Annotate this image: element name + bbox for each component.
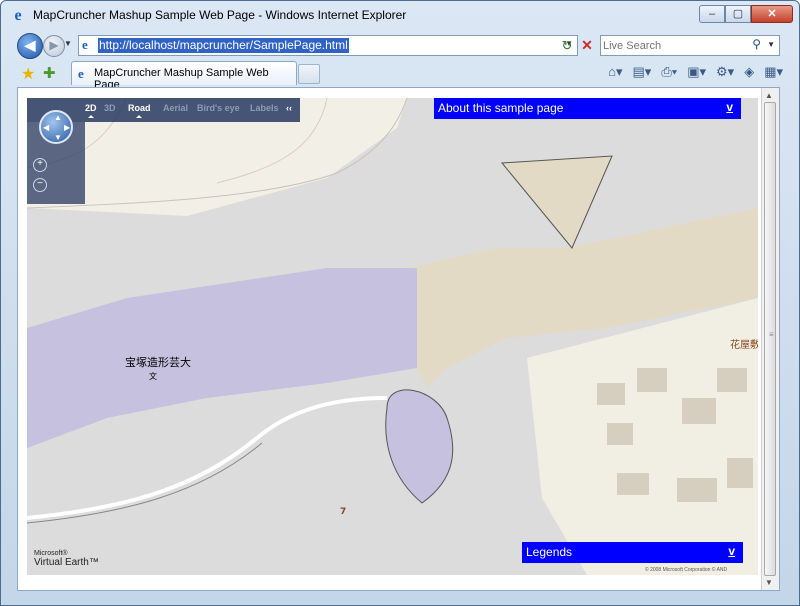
logo-microsoft: Microsoft® [34, 550, 68, 557]
navigation-bar: ◀ ▶ ▼ e http://localhost/mapcruncher/Sam… [1, 31, 799, 59]
home-icon[interactable]: ⌂▾ [608, 64, 622, 80]
map-canvas[interactable]: 宝塚造形芸大 文 花屋敷 7 2D 3D Road Aerial Bird's … [27, 98, 758, 575]
zoom-out-icon[interactable]: − [33, 178, 47, 192]
close-button[interactable]: ✕ [751, 5, 793, 23]
browser-window: e MapCruncher Mashup Sample Web Page - W… [0, 0, 800, 606]
legends-panel-header[interactable]: Legends v [522, 542, 743, 563]
recent-pages-dropdown-icon[interactable]: ▼ [64, 39, 72, 48]
maximize-button[interactable]: ▢ [725, 5, 751, 23]
house [717, 368, 747, 392]
house [607, 423, 633, 445]
house [727, 458, 753, 488]
forward-button[interactable]: ▶ [43, 35, 65, 57]
collapse-dashboard-button[interactable]: ‹‹ [286, 103, 292, 113]
zoom-in-icon[interactable]: + [33, 158, 47, 172]
about-panel-header[interactable]: About this sample page v [434, 98, 741, 119]
scroll-grip-icon: ≡ [769, 330, 774, 339]
feed-icon[interactable]: ▦▾ [764, 64, 783, 80]
add-favorites-icon[interactable]: ✚ [43, 64, 56, 82]
view-3d-button[interactable]: 3D [104, 103, 116, 113]
window-title: MapCruncher Mashup Sample Web Page - Win… [33, 8, 407, 22]
window-controls: – ▢ ✕ [699, 5, 793, 23]
scroll-down-icon[interactable]: ▼ [765, 578, 773, 587]
search-options-dropdown-icon[interactable]: ▼ [767, 40, 775, 49]
virtual-earth-logo: Microsoft® Virtual Earth™ [34, 550, 99, 568]
aerial-view-button[interactable]: Aerial [163, 103, 188, 113]
title-bar: e MapCruncher Mashup Sample Web Page - W… [1, 1, 799, 31]
house [677, 478, 717, 502]
research-icon[interactable]: ◈ [744, 64, 754, 80]
tab-page-icon: e [78, 66, 84, 81]
view-2d-button[interactable]: 2D [85, 103, 97, 118]
address-text[interactable]: http://localhost/mapcruncher/SamplePage.… [98, 38, 349, 53]
legends-panel-title: Legends [526, 545, 573, 559]
feeds-icon[interactable]: ▤▾ [633, 64, 652, 80]
tab-bar: ★ ✚ e MapCruncher Mashup Sample Web Page… [1, 60, 799, 91]
page-icon: e [82, 37, 88, 52]
route-number-label: 7 [340, 507, 346, 517]
about-panel-toggle[interactable]: v [726, 100, 733, 114]
legends-panel-toggle[interactable]: v [728, 544, 735, 558]
new-tab-button[interactable] [298, 64, 320, 84]
map-drawing: 宝塚造形芸大 文 花屋敷 7 [27, 98, 758, 575]
about-panel-title: About this sample page [438, 101, 564, 115]
campus-name-label: 宝塚造形芸大 [125, 355, 191, 369]
scroll-thumb[interactable]: ≡ [764, 102, 776, 576]
search-icon[interactable]: ⚲ [752, 37, 761, 51]
refresh-icon[interactable]: ↻ [557, 35, 577, 56]
tab-mapcruncher[interactable]: e MapCruncher Mashup Sample Web Page [71, 61, 297, 91]
command-bar: ⌂▾ ▤▾ ⎙▾ ▣▾ ⚙▾ ◈ ▦▾ [608, 64, 783, 80]
house [682, 398, 716, 424]
stop-icon[interactable]: ✕ [577, 35, 597, 56]
house [597, 383, 625, 405]
labels-toggle-button[interactable]: Labels [250, 103, 279, 113]
house [617, 473, 649, 495]
road-view-button[interactable]: Road [128, 103, 151, 118]
back-button[interactable]: ◀ [17, 33, 43, 59]
birdseye-view-button[interactable]: Bird's eye [197, 103, 240, 113]
address-bar[interactable]: e http://localhost/mapcruncher/SamplePag… [78, 35, 578, 56]
map-copyright: © 2008 Microsoft Corporation © AND [645, 567, 728, 573]
vertical-scrollbar[interactable]: ▲ ≡ ▼ [761, 88, 779, 590]
compass-pan-control[interactable]: ▲ ▼ ◀ ▶ [39, 110, 73, 144]
campus-school-symbol: 文 [149, 371, 157, 381]
minimize-button[interactable]: – [699, 5, 725, 23]
ie-logo-icon: e [14, 7, 22, 24]
scroll-up-icon[interactable]: ▲ [765, 91, 773, 100]
search-box[interactable]: ⚲ ▼ [600, 35, 780, 56]
house [637, 368, 667, 392]
tools-menu-icon[interactable]: ⚙▾ [716, 64, 734, 80]
town-label: 花屋敷 [730, 338, 758, 351]
search-input[interactable] [603, 37, 743, 54]
print-icon[interactable]: ⎙▾ [661, 64, 677, 80]
map-zoom-panel: ▲ ▼ ◀ ▶ + − [27, 110, 85, 204]
page-menu-icon[interactable]: ▣▾ [687, 64, 706, 80]
favorites-star-icon[interactable]: ★ [21, 64, 35, 84]
logo-virtual-earth: Virtual Earth™ [34, 557, 99, 568]
page-content: 宝塚造形芸大 文 花屋敷 7 2D 3D Road Aerial Bird's … [17, 87, 780, 591]
